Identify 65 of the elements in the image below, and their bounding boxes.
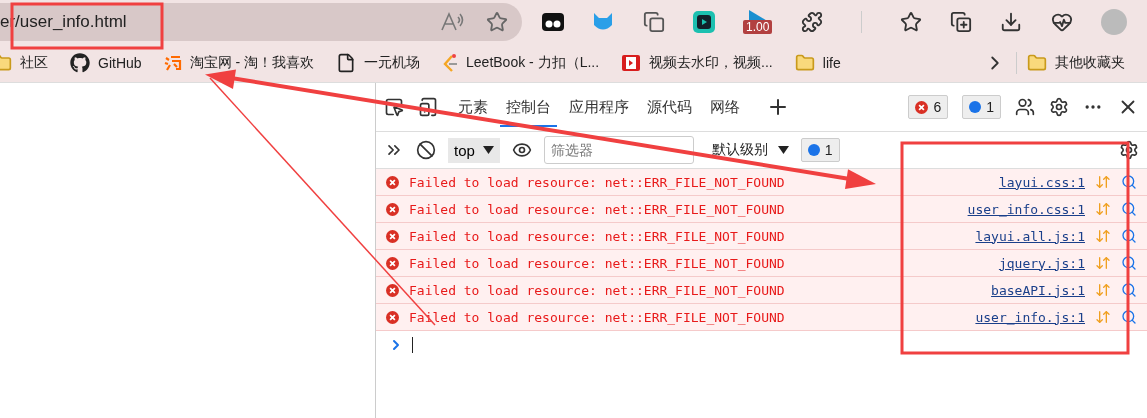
level-dropdown[interactable]: 默认级别: [711, 141, 789, 159]
error-icon: [386, 283, 399, 297]
message-text: Failed to load resource: net::ERR_FILE_NOT_FOUND: [409, 201, 786, 217]
message-count[interactable]: 1: [962, 95, 1001, 119]
search-icon[interactable]: [1121, 309, 1137, 325]
issues-count[interactable]: 1: [800, 138, 840, 162]
error-icon: [386, 202, 399, 216]
bookmark[interactable]: LeetBook - 力扣（L...: [442, 53, 600, 73]
folder-icon: [1027, 53, 1047, 73]
error-count[interactable]: 6: [908, 95, 949, 119]
error-icon: [386, 175, 399, 189]
message-text: Failed to load resource: net::ERR_FILE_NOT_FOUND: [409, 174, 786, 190]
message-text: Failed to load resource: net::ERR_FILE_NOT_FOUND: [409, 282, 786, 298]
devtools-tab[interactable]: 元素: [452, 87, 494, 127]
devtools-tab[interactable]: 源代码: [641, 87, 698, 127]
settings-icon[interactable]: [1049, 97, 1069, 117]
context-selector[interactable]: top: [448, 137, 500, 163]
source-link[interactable]: layui.all.js:1: [975, 228, 1085, 244]
other-favorites[interactable]: 其他收藏夹: [1027, 53, 1125, 73]
source-link[interactable]: jquery.js:1: [998, 255, 1085, 271]
source-link[interactable]: layui.css:1: [998, 174, 1085, 190]
collections-icon[interactable]: [642, 11, 665, 33]
devtools-tab[interactable]: 应用程序: [563, 87, 635, 127]
dropdown-arrow-icon: [777, 146, 789, 154]
search-icon[interactable]: [1121, 228, 1137, 244]
github-icon: [70, 53, 90, 73]
video-icon: [621, 53, 642, 73]
source-link[interactable]: baseAPI.js:1: [991, 282, 1085, 298]
bookmark[interactable]: 淘宝网 - 淘！我喜欢: [163, 54, 315, 72]
error-icon: [386, 310, 399, 324]
favorites-icon[interactable]: [900, 11, 922, 33]
download-icon[interactable]: [1000, 11, 1023, 33]
error-icon: [386, 229, 399, 243]
bookmark[interactable]: 一元机场: [336, 53, 421, 73]
clear-icon[interactable]: [416, 140, 436, 160]
error-icon: [386, 256, 399, 270]
source-link[interactable]: user_info.css:1: [967, 201, 1085, 217]
text-cursor: [412, 337, 413, 353]
bookmark[interactable]: life: [794, 53, 841, 73]
inspect-icon[interactable]: [384, 97, 404, 117]
message-text: Failed to load resource: net::ERR_FILE_NOT_FOUND: [409, 228, 786, 244]
health-icon[interactable]: [1050, 11, 1073, 33]
bookmark[interactable]: 社区: [0, 53, 48, 73]
read-aloud-icon[interactable]: [440, 11, 464, 33]
source-link[interactable]: user_info.js:1: [975, 309, 1085, 325]
search-icon[interactable]: [1121, 201, 1137, 217]
eye-icon[interactable]: [511, 140, 532, 160]
search-icon[interactable]: [1121, 282, 1137, 298]
bookmark[interactable]: 视频去水印，视频...: [621, 53, 773, 73]
add-collection-icon[interactable]: [950, 11, 973, 33]
devtools-tab[interactable]: 控制台: [500, 87, 557, 127]
error-icon: [915, 100, 929, 114]
dropdown-arrow-icon: [482, 146, 494, 154]
page-icon: [336, 53, 357, 73]
search-icon[interactable]: [1121, 174, 1137, 190]
device-icon[interactable]: [418, 97, 438, 117]
folder-icon: [794, 53, 815, 73]
search-icon[interactable]: [1121, 255, 1137, 271]
message-text: Failed to load resource: net::ERR_FILE_NOT_FOUND: [409, 255, 786, 271]
bookmark[interactable]: GitHub: [70, 53, 142, 73]
app-icon[interactable]: [692, 11, 715, 33]
devtools-tab[interactable]: 网络: [704, 87, 746, 127]
extensions-icon[interactable]: [800, 11, 823, 33]
add-favorite-icon[interactable]: [486, 11, 508, 33]
settings-icon[interactable]: [1119, 140, 1139, 160]
